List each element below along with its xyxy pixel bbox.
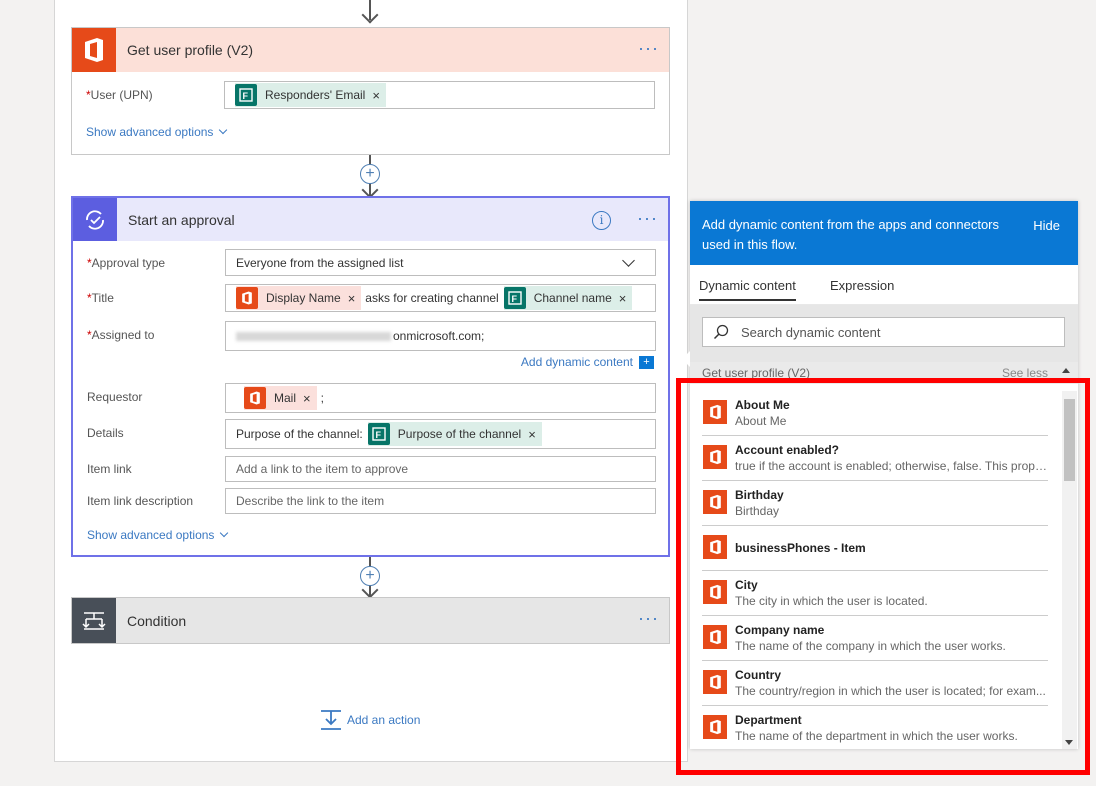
field-label: *User (UPN) <box>86 88 153 102</box>
condition-icon <box>72 598 116 643</box>
remove-token-icon[interactable]: × <box>303 391 311 406</box>
tab-dynamic-content[interactable]: Dynamic content <box>699 278 796 301</box>
panel-tabs: Dynamic content Expression <box>690 265 1078 305</box>
title-field[interactable]: Display Name × asks for creating channel… <box>225 284 656 312</box>
more-options-icon[interactable]: ··· <box>637 209 658 227</box>
token-responders-email[interactable]: F Responders' Email × <box>235 83 386 107</box>
assigned-to-field[interactable]: onmicrosoft.com; <box>225 321 656 351</box>
panel-header: Add dynamic content from the apps and co… <box>690 201 1078 265</box>
tab-expression[interactable]: Expression <box>830 278 894 293</box>
forms-icon: F <box>367 423 390 445</box>
field-label: Details <box>87 426 124 440</box>
show-advanced-options[interactable]: Show advanced options <box>86 125 228 139</box>
chevron-down-icon <box>622 254 635 267</box>
item-link-desc-input[interactable]: Describe the link to the item <box>225 488 656 514</box>
card-header[interactable]: Condition ··· <box>72 598 669 643</box>
item-link-desc-row: Item link description Describe the link … <box>73 488 668 514</box>
chevron-down-icon <box>220 528 229 538</box>
remove-token-icon[interactable]: × <box>528 427 536 442</box>
user-upn-field[interactable]: F Responders' Email × <box>224 81 655 109</box>
field-label: Requestor <box>87 390 143 404</box>
approval-type-select[interactable]: Everyone from the assigned list <box>225 249 656 276</box>
details-field[interactable]: Purpose of the channel: F Purpose of the… <box>225 419 656 449</box>
get-user-profile-card: Get user profile (V2) ··· *User (UPN) F … <box>71 27 670 155</box>
token-display-name[interactable]: Display Name × <box>236 286 362 310</box>
card-header[interactable]: Get user profile (V2) ··· <box>72 28 669 72</box>
more-options-icon[interactable]: ··· <box>638 609 659 627</box>
panel-pointer <box>682 351 690 367</box>
highlight-outline <box>676 378 1090 775</box>
remove-token-icon[interactable]: × <box>348 291 356 306</box>
start-approval-card: Start an approval i ··· *Approval type E… <box>71 196 670 557</box>
info-icon[interactable]: i <box>592 211 611 230</box>
office-icon <box>72 28 116 72</box>
svg-text:F: F <box>243 91 249 101</box>
card-header[interactable]: Start an approval i ··· <box>73 198 668 241</box>
token-channel-name[interactable]: F Channel name × <box>503 286 633 310</box>
field-label: Item link description <box>87 494 194 508</box>
user-upn-row: *User (UPN) F Responders' Email × <box>72 81 669 109</box>
card-title: Start an approval <box>128 211 235 228</box>
show-advanced-options[interactable]: Show advanced options <box>87 528 229 542</box>
scroll-up-icon[interactable] <box>1062 368 1070 373</box>
title-static-text: asks for creating channel <box>365 291 499 305</box>
search-input[interactable]: Search dynamic content <box>702 317 1065 347</box>
item-link-row: Item link Add a link to the item to appr… <box>73 456 668 482</box>
search-area: Search dynamic content <box>690 305 1078 362</box>
requestor-row: Requestor Mail × ; <box>73 383 668 413</box>
field-label: *Assigned to <box>87 328 155 342</box>
forms-icon: F <box>503 287 526 309</box>
condition-card[interactable]: Condition ··· <box>71 597 670 644</box>
details-row: Details Purpose of the channel: F Purpos… <box>73 419 668 449</box>
remove-token-icon[interactable]: × <box>372 88 380 103</box>
svg-text:F: F <box>511 294 517 304</box>
field-label: Item link <box>87 462 132 476</box>
add-an-action-button[interactable]: Add an action <box>320 709 420 731</box>
redacted-email <box>236 331 391 341</box>
item-link-input[interactable]: Add a link to the item to approve <box>225 456 656 482</box>
more-options-icon[interactable]: ··· <box>638 39 659 57</box>
card-title: Get user profile (V2) <box>127 42 254 58</box>
remove-token-icon[interactable]: × <box>619 291 627 306</box>
office-icon <box>236 287 258 309</box>
office-icon <box>244 387 266 409</box>
chevron-down-icon <box>219 125 228 135</box>
card-title: Condition <box>127 612 187 629</box>
add-action-icon <box>321 710 341 730</box>
add-dynamic-content-link[interactable]: Add dynamic content + <box>521 355 654 369</box>
field-label: *Title <box>87 291 114 305</box>
approval-icon <box>73 198 117 241</box>
svg-text:F: F <box>375 430 381 440</box>
forms-icon: F <box>235 84 257 106</box>
requestor-field[interactable]: Mail × ; <box>225 383 656 413</box>
title-row: *Title Display Name × asks for creating … <box>73 284 668 312</box>
token-purpose[interactable]: F Purpose of the channel × <box>367 422 542 446</box>
hide-button[interactable]: Hide <box>1033 216 1060 236</box>
approval-type-row: *Approval type Everyone from the assigne… <box>73 249 668 277</box>
search-icon <box>713 324 729 340</box>
assigned-to-row: *Assigned to onmicrosoft.com; <box>73 321 668 351</box>
add-plus-icon: + <box>639 355 654 369</box>
field-label: *Approval type <box>87 256 166 270</box>
token-mail[interactable]: Mail × <box>244 386 317 410</box>
